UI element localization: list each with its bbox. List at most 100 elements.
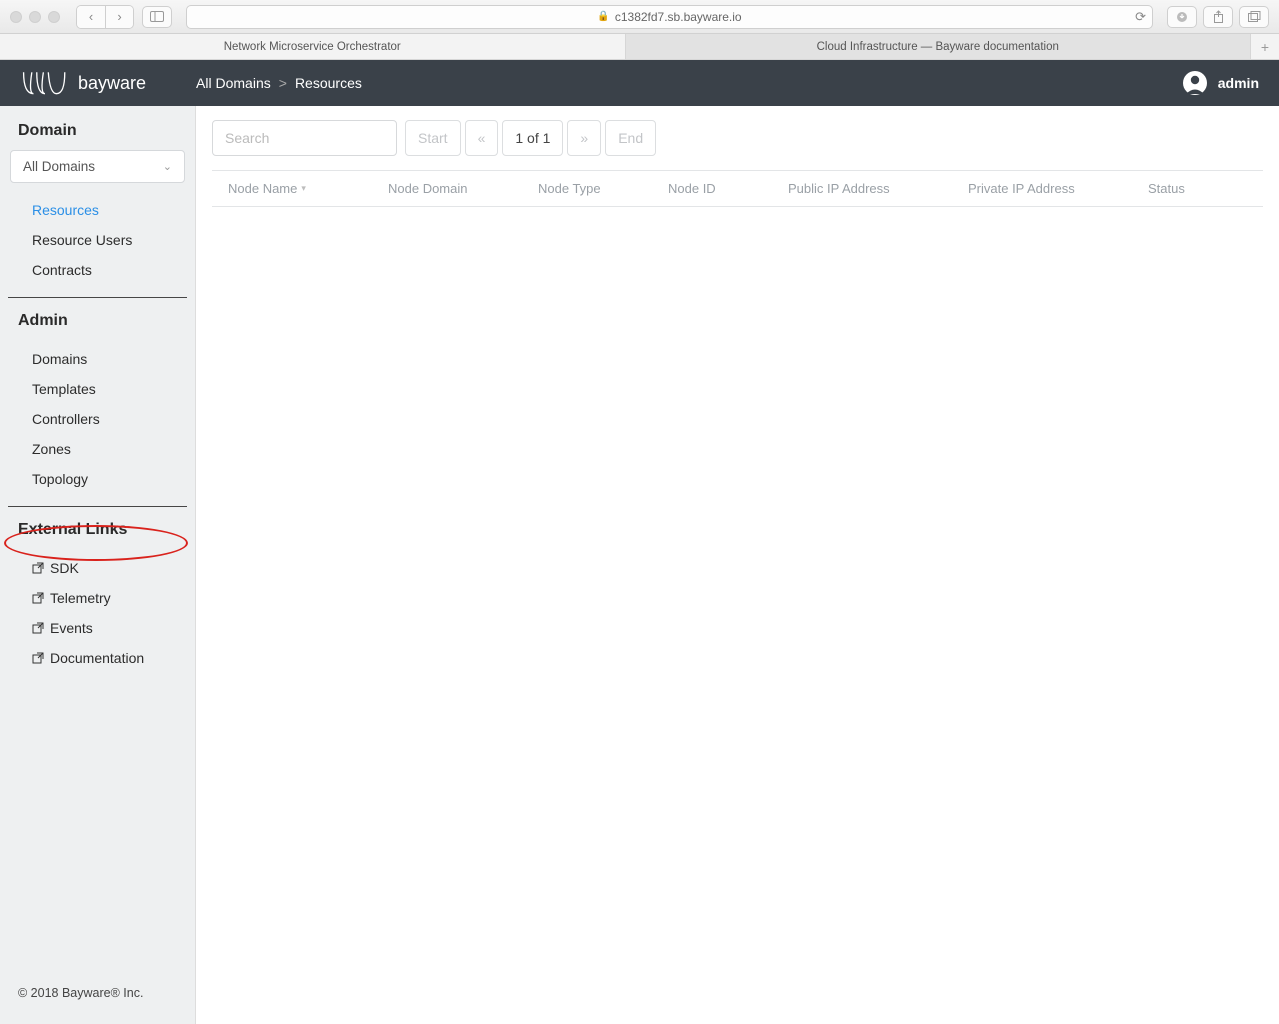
- sidebar-item-sdk[interactable]: SDK: [0, 553, 195, 583]
- column-label: Private IP Address: [968, 181, 1075, 196]
- column-header-private-ip[interactable]: Private IP Address: [968, 181, 1148, 196]
- pager: Start « 1 of 1 » End: [405, 120, 656, 156]
- chevron-down-icon: ⌄: [163, 160, 172, 173]
- sidebar-item-label: Controllers: [32, 411, 100, 427]
- sidebar-item-events[interactable]: Events: [0, 613, 195, 643]
- external-link-icon: [32, 592, 44, 604]
- sidebar-item-label: SDK: [50, 560, 79, 576]
- address-bar[interactable]: 🔒 c1382fd7.sb.bayware.io ⟳: [186, 5, 1153, 29]
- sidebar-item-controllers[interactable]: Controllers: [0, 404, 195, 434]
- main-content: Start « 1 of 1 » End Node Name ▾ Node Dom…: [196, 106, 1279, 1024]
- external-link-icon: [32, 652, 44, 664]
- column-label: Node ID: [668, 181, 716, 196]
- column-header-node-domain[interactable]: Node Domain: [388, 181, 538, 196]
- sidebar-item-resource-users[interactable]: Resource Users: [0, 225, 195, 255]
- forward-button[interactable]: ›: [105, 6, 133, 28]
- domain-selector[interactable]: All Domains ⌄: [10, 150, 185, 183]
- download-icon: [1176, 11, 1188, 23]
- browser-tab[interactable]: Cloud Infrastructure — Bayware documenta…: [626, 34, 1252, 59]
- column-label: Public IP Address: [788, 181, 890, 196]
- domain-selector-value: All Domains: [23, 159, 95, 174]
- tabs-icon: [1248, 11, 1261, 22]
- brand-logo[interactable]: bayware: [20, 69, 146, 97]
- sidebar-item-label: Resource Users: [32, 232, 132, 248]
- download-button[interactable]: [1167, 6, 1197, 28]
- browser-tabs: Network Microservice Orchestrator Cloud …: [0, 34, 1279, 60]
- sidebar-item-label: Resources: [32, 202, 99, 218]
- sidebar-external-list: SDK Telemetry Events Documentation: [0, 549, 195, 681]
- sidebar-item-telemetry[interactable]: Telemetry: [0, 583, 195, 613]
- sidebar: Domain All Domains ⌄ Resources Resource …: [0, 106, 196, 1024]
- breadcrumb-item[interactable]: All Domains: [196, 75, 271, 91]
- bayware-logo-icon: [20, 69, 70, 97]
- sidebar-divider: [8, 506, 187, 507]
- column-label: Node Name: [228, 181, 297, 196]
- sidebar-item-resources[interactable]: Resources: [0, 195, 195, 225]
- back-button[interactable]: ‹: [77, 6, 105, 28]
- sidebar-item-contracts[interactable]: Contracts: [0, 255, 195, 285]
- pager-start-button[interactable]: Start: [405, 120, 461, 156]
- sidebar-toggle-button[interactable]: [142, 6, 172, 28]
- column-header-node-name[interactable]: Node Name ▾: [228, 181, 388, 196]
- content-toolbar: Start « 1 of 1 » End: [212, 120, 1263, 156]
- column-header-status[interactable]: Status: [1148, 181, 1238, 196]
- search-input[interactable]: [212, 120, 397, 156]
- window-controls: [10, 11, 60, 23]
- maximize-window-icon[interactable]: [48, 11, 60, 23]
- minimize-window-icon[interactable]: [29, 11, 41, 23]
- table-header-row: Node Name ▾ Node Domain Node Type Node ID…: [212, 170, 1263, 207]
- sidebar-item-label: Topology: [32, 471, 88, 487]
- column-label: Node Domain: [388, 181, 468, 196]
- reload-icon[interactable]: ⟳: [1135, 9, 1146, 25]
- sidebar-item-label: Zones: [32, 441, 71, 457]
- column-label: Node Type: [538, 181, 601, 196]
- pager-prev-button[interactable]: «: [465, 120, 499, 156]
- column-header-public-ip[interactable]: Public IP Address: [788, 181, 968, 196]
- external-link-icon: [32, 562, 44, 574]
- column-header-node-id[interactable]: Node ID: [668, 181, 788, 196]
- sidebar-item-documentation[interactable]: Documentation: [0, 643, 195, 673]
- pager-next-button[interactable]: »: [567, 120, 601, 156]
- sidebar-item-label: Domains: [32, 351, 87, 367]
- brand-text: bayware: [78, 73, 146, 94]
- sidebar-admin-list: Domains Templates Controllers Zones Topo…: [0, 340, 195, 502]
- breadcrumb-item[interactable]: Resources: [295, 75, 362, 91]
- external-link-icon: [32, 622, 44, 634]
- app-header: bayware All Domains > Resources admin: [0, 60, 1279, 106]
- new-tab-button[interactable]: +: [1251, 34, 1279, 59]
- tab-label: Cloud Infrastructure — Bayware documenta…: [817, 41, 1059, 53]
- sidebar-item-domains[interactable]: Domains: [0, 344, 195, 374]
- browser-right-actions: [1167, 6, 1269, 28]
- user-menu[interactable]: admin: [1182, 70, 1259, 96]
- sidebar-section-admin: Admin: [0, 310, 195, 340]
- browser-tab[interactable]: Network Microservice Orchestrator: [0, 34, 626, 59]
- sidebar-footer: © 2018 Bayware® Inc.: [0, 970, 195, 1024]
- sidebar-domain-list: Resources Resource Users Contracts: [0, 191, 195, 293]
- sidebar-item-label: Contracts: [32, 262, 92, 278]
- panel-icon: [150, 11, 164, 22]
- close-window-icon[interactable]: [10, 11, 22, 23]
- sidebar-item-label: Events: [50, 620, 93, 636]
- sidebar-item-label: Telemetry: [50, 590, 111, 606]
- sidebar-item-zones[interactable]: Zones: [0, 434, 195, 464]
- sidebar-item-templates[interactable]: Templates: [0, 374, 195, 404]
- nav-button-group: ‹ ›: [76, 5, 134, 29]
- tab-label: Network Microservice Orchestrator: [224, 41, 401, 53]
- sidebar-item-label: Documentation: [50, 650, 144, 666]
- sidebar-divider: [8, 297, 187, 298]
- url-text: c1382fd7.sb.bayware.io: [615, 10, 742, 24]
- column-header-node-type[interactable]: Node Type: [538, 181, 668, 196]
- pager-end-button[interactable]: End: [605, 120, 656, 156]
- sort-caret-icon: ▾: [301, 183, 306, 194]
- share-button[interactable]: [1203, 6, 1233, 28]
- sidebar-item-topology[interactable]: Topology: [0, 464, 195, 494]
- lock-icon: 🔒: [597, 11, 609, 22]
- sidebar-section-domain: Domain: [0, 120, 195, 150]
- breadcrumb-separator: >: [279, 75, 287, 91]
- sidebar-item-label: Templates: [32, 381, 96, 397]
- user-name: admin: [1218, 75, 1259, 91]
- tabs-button[interactable]: [1239, 6, 1269, 28]
- user-avatar-icon: [1182, 70, 1208, 96]
- breadcrumb: All Domains > Resources: [196, 75, 362, 91]
- pager-page-indicator: 1 of 1: [502, 120, 563, 156]
